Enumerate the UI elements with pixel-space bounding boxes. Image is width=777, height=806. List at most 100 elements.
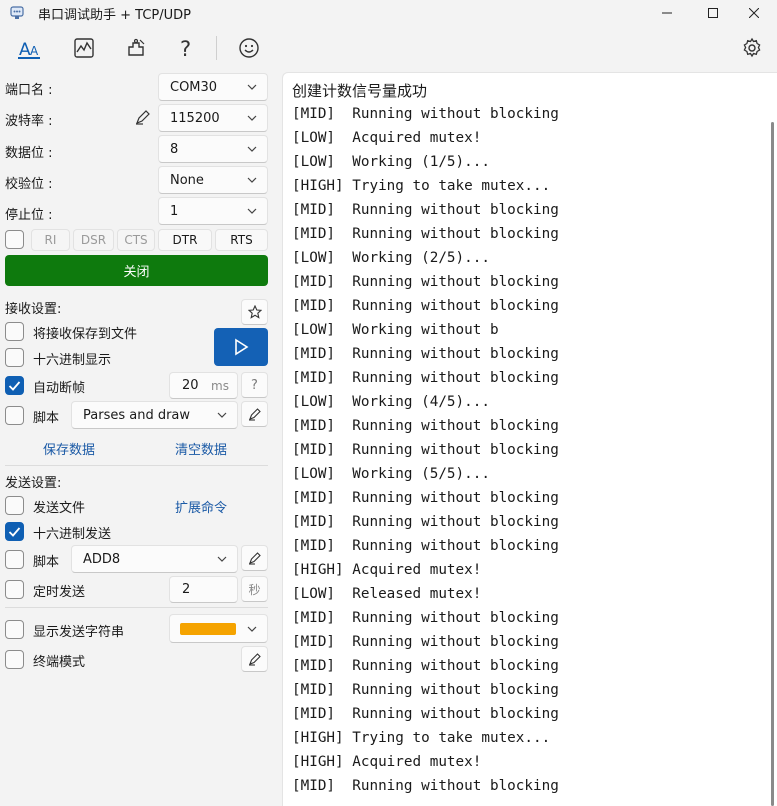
output-line: [HIGH] Trying to take mutex... xyxy=(292,178,551,194)
timed-send-checkbox[interactable] xyxy=(5,580,24,599)
receive-output-title: 创建计数信号量成功 xyxy=(292,82,428,100)
serial-port-app-icon xyxy=(9,5,25,21)
hex-send-checkbox[interactable] xyxy=(5,522,24,541)
output-line: [HIGH] Acquired mutex! xyxy=(292,562,482,578)
minimize-button[interactable] xyxy=(644,0,690,26)
timed-send-input[interactable]: 2 xyxy=(169,576,238,603)
baud-rate-label: 波特率 : xyxy=(5,114,53,129)
help-label: ? xyxy=(251,377,258,393)
save-data-button[interactable]: 保存数据 xyxy=(43,439,95,458)
settings-button[interactable] xyxy=(735,30,769,66)
play-icon xyxy=(235,338,249,356)
send-settings-title: 发送设置: xyxy=(5,476,62,491)
edit-terminal-mode-button[interactable] xyxy=(241,646,268,672)
section-divider xyxy=(5,607,268,608)
send-file-label: 发送文件 xyxy=(33,501,86,516)
output-line: [MID] Running without blocking xyxy=(292,706,559,722)
output-line: [MID] Running without blocking xyxy=(292,298,559,314)
save-to-file-checkbox[interactable] xyxy=(5,322,24,341)
data-bits-select[interactable]: 8 xyxy=(158,135,268,163)
send-script-select[interactable]: ADD8 xyxy=(71,545,238,573)
terminal-mode-label: 终端模式 xyxy=(33,655,86,670)
edit-send-script-button[interactable] xyxy=(241,545,268,571)
maximize-button[interactable] xyxy=(690,0,736,26)
cts-indicator: CTS xyxy=(117,229,155,251)
text-terminal-button[interactable]: A A xyxy=(12,30,46,66)
baud-rate-value: 115200 xyxy=(170,110,220,126)
terminal-mode-checkbox[interactable] xyxy=(5,650,24,669)
output-line: [MID] Running without blocking xyxy=(292,682,559,698)
chevron-down-icon xyxy=(247,146,257,152)
show-send-string-checkbox[interactable] xyxy=(5,620,24,639)
parity-select[interactable]: None xyxy=(158,166,268,194)
color-swatch xyxy=(180,622,236,635)
send-file-checkbox[interactable] xyxy=(5,496,24,515)
receive-script-value: Parses and draw xyxy=(83,407,191,423)
auto-frame-value: 20 xyxy=(182,378,199,393)
favorite-button[interactable] xyxy=(241,299,268,325)
hex-display-checkbox[interactable] xyxy=(5,348,24,367)
output-line: [LOW] Working (4/5)... xyxy=(292,394,490,410)
pen-edit-icon xyxy=(248,653,261,666)
help-button[interactable]: ? xyxy=(170,30,204,66)
timed-send-unit-label: 秒 xyxy=(248,582,261,597)
signal-checkbox[interactable] xyxy=(5,230,24,249)
pen-edit-icon[interactable] xyxy=(134,108,154,128)
ri-indicator: RI xyxy=(31,229,70,251)
baud-rate-select[interactable]: 115200 xyxy=(158,104,268,132)
receive-script-checkbox[interactable] xyxy=(5,406,24,425)
output-line: [MID] Running without blocking xyxy=(292,274,559,290)
hex-send-label: 十六进制发送 xyxy=(33,527,112,542)
dsr-indicator: DSR xyxy=(73,229,114,251)
port-name-select[interactable]: COM30 xyxy=(158,73,268,101)
send-color-picker[interactable] xyxy=(169,614,268,643)
star-icon xyxy=(247,305,262,319)
toolbar xyxy=(0,26,777,70)
pen-edit-icon xyxy=(248,552,261,565)
start-receive-button[interactable] xyxy=(214,328,268,366)
window-title: 串口调试助手 + TCP/UDP xyxy=(38,8,191,23)
rts-button[interactable]: RTS xyxy=(215,229,268,251)
close-icon xyxy=(749,8,759,18)
data-bits-value: 8 xyxy=(170,141,179,157)
auto-frame-unit: ms xyxy=(211,378,229,393)
plugin-button[interactable] xyxy=(119,30,153,66)
toolbar-separator xyxy=(216,36,217,60)
stop-bits-select[interactable]: 1 xyxy=(158,197,268,225)
receive-script-select[interactable]: Parses and draw xyxy=(71,401,238,429)
output-line: [MID] Running without blocking xyxy=(292,610,559,626)
receive-script-label: 脚本 xyxy=(33,411,60,426)
output-line: [MID] Running without blocking xyxy=(292,106,559,122)
output-line: [LOW] Working (2/5)... xyxy=(292,250,490,266)
send-script-checkbox[interactable] xyxy=(5,550,24,569)
svg-text:A: A xyxy=(30,44,39,58)
auto-frame-input[interactable]: 20 ms xyxy=(169,372,238,399)
plugin-icon xyxy=(128,38,145,56)
hex-display-label: 十六进制显示 xyxy=(33,353,112,368)
checkmark-icon xyxy=(8,527,21,537)
timed-send-value: 2 xyxy=(182,582,191,597)
dtr-button[interactable]: DTR xyxy=(158,229,212,251)
output-line: [MID] Running without blocking xyxy=(292,658,559,674)
vertical-scrollbar[interactable] xyxy=(771,122,774,806)
auto-frame-label: 自动断帧 xyxy=(33,381,86,396)
receive-settings-title: 接收设置: xyxy=(5,302,62,317)
chevron-down-icon xyxy=(217,556,227,562)
close-window-button[interactable] xyxy=(731,0,777,26)
output-line: [MID] Running without blocking xyxy=(292,418,559,434)
smiley-button[interactable] xyxy=(232,30,266,66)
clear-data-button[interactable]: 清空数据 xyxy=(175,439,227,458)
parity-value: None xyxy=(170,172,204,188)
auto-frame-help-button[interactable]: ? xyxy=(241,372,268,398)
auto-frame-checkbox[interactable] xyxy=(5,376,24,395)
svg-text:?: ? xyxy=(180,37,191,60)
edit-receive-script-button[interactable] xyxy=(241,401,268,427)
pen-edit-icon xyxy=(248,408,261,421)
close-port-button[interactable]: 关闭 xyxy=(5,255,268,286)
extended-command-button[interactable]: 扩展命令 xyxy=(175,497,227,516)
chevron-down-icon xyxy=(217,412,227,418)
chart-button[interactable] xyxy=(67,30,101,66)
output-line: [MID] Running without blocking xyxy=(292,634,559,650)
chevron-down-icon xyxy=(247,84,257,90)
output-line: [HIGH] Acquired mutex! xyxy=(292,754,482,770)
